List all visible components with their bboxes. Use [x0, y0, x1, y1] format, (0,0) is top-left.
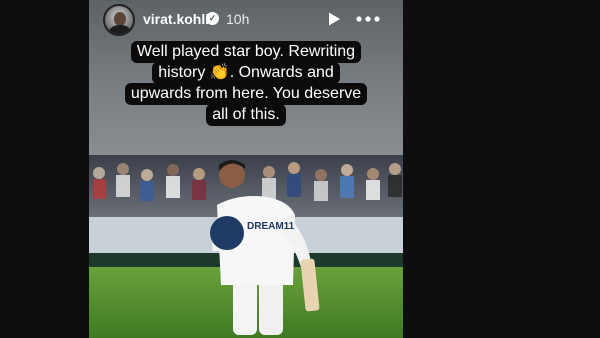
- helmet: [210, 216, 244, 250]
- cricket-photo: DREAM11: [89, 155, 403, 338]
- story-header: virat.kohli ✓ 10h: [89, 0, 403, 40]
- caption-line: all of this.: [206, 104, 286, 126]
- more-options-icon[interactable]: [355, 11, 381, 27]
- username[interactable]: virat.kohli: [143, 11, 209, 27]
- story-photo: DREAM11: [89, 155, 403, 338]
- story-caption: Well played star boy. Rewriting history …: [89, 41, 403, 126]
- story-frame[interactable]: virat.kohli ✓ 10h Well played star boy. …: [89, 0, 403, 338]
- caption-line: Well played star boy. Rewriting: [130, 41, 362, 63]
- avatar[interactable]: [103, 4, 135, 36]
- caption-line: history 👏. Onwards and: [152, 62, 340, 84]
- caption-line: upwards from here. You deserve: [124, 83, 368, 105]
- jersey-text: DREAM11: [247, 221, 295, 232]
- play-icon[interactable]: [326, 11, 342, 27]
- avatar-body: [109, 25, 131, 34]
- avatar-face: [114, 12, 126, 26]
- verified-badge-icon: ✓: [206, 12, 219, 25]
- post-time: 10h: [226, 11, 250, 27]
